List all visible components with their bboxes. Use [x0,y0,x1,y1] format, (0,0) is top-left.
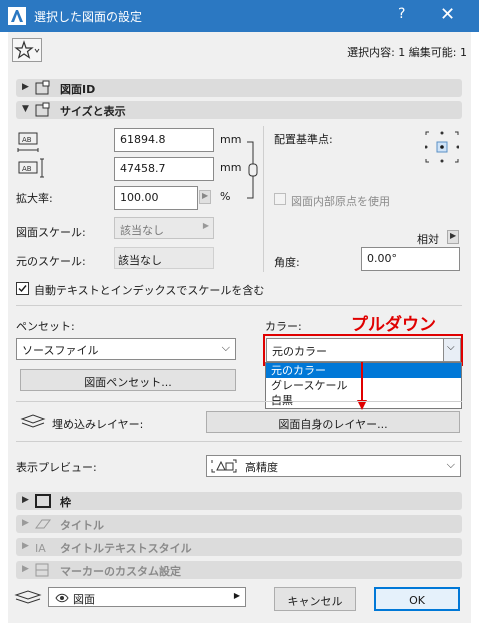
title-bar: 選択した図面の設定 ? ✕ [0,0,479,32]
drawing-own-layer-button[interactable]: 図面自身のレイヤー... [206,411,460,433]
collapsed-arrow-icon: ▶ [22,495,29,505]
window-title: 選択した図面の設定 [34,10,143,24]
scale-label: 拡大率: [16,192,53,205]
divider [16,441,462,442]
preview-value: 高精度 [245,461,278,474]
favorites-button[interactable] [12,38,42,62]
drawing-pen-set-button[interactable]: 図面ペンセット... [20,369,236,391]
precise-preview-icon [211,459,237,473]
title-icon [35,519,51,529]
help-button[interactable]: ? [398,6,405,22]
right-arrow-icon: ▶ [202,191,209,200]
section-title[interactable]: ▶ タイトル [16,515,462,533]
drawing-scale-select[interactable]: 該当なし ▶ [114,217,214,239]
section-label: 図面ID [60,83,96,96]
anchor-label: 配置基準点: [274,133,333,146]
right-arrow-icon: ▶ [233,591,240,600]
section-marker-custom[interactable]: ▶ マーカーのカスタム設定 [16,561,462,579]
expanded-arrow-icon: ▼ [22,104,29,114]
annotation-arrow-icon [357,362,367,410]
layers-icon [20,414,46,428]
svg-text:AB: AB [22,165,32,173]
section-label: 枠 [60,496,71,509]
close-button[interactable]: ✕ [440,4,455,25]
right-arrow-icon: ▶ [202,221,209,230]
right-arrow-icon: ▶ [450,231,457,240]
collapsed-arrow-icon: ▶ [22,518,29,528]
original-scale-label: 元のスケール: [16,255,86,268]
chevron-down-icon: ⌵ [447,342,455,353]
section-drawing-id[interactable]: ▶ 図面ID [16,79,462,97]
preview-label: 表示プレビュー: [16,461,97,474]
marker-icon [35,563,49,577]
width-field[interactable]: 61894.8 [114,128,214,152]
drawing-id-icon [35,80,50,95]
chevron-down-icon: ⌵ [446,458,455,471]
drawing-scale-value: 該当なし [120,224,164,237]
scale-field[interactable]: 100.00 [114,186,198,210]
height-field[interactable]: 47458.7 [114,157,214,181]
height-unit: mm [220,161,242,174]
svg-text:AB: AB [22,136,32,144]
angle-field[interactable]: 0.00° [361,247,460,271]
width-unit: mm [220,133,242,146]
chevron-down-icon: ⌵ [221,341,230,354]
use-origin-checkbox[interactable] [274,193,286,205]
drawing-scale-label: 図面スケール: [16,226,86,239]
section-label: サイズと表示 [60,105,126,118]
divider [16,305,462,306]
color-select[interactable]: 元のカラー ⌵ [266,338,461,362]
scale-arrow-button[interactable]: ▶ [199,190,211,204]
original-scale-field: 該当なし [114,247,214,269]
star-icon [14,40,40,59]
embedded-layer-label: 埋め込みレイヤー: [52,418,144,431]
cancel-button[interactable]: キャンセル [274,587,356,611]
pen-set-value: ソースファイル [22,344,99,357]
use-origin-label: 図面内部原点を使用 [291,195,390,208]
frame-icon [35,494,51,508]
pen-set-label: ペンセット: [16,320,75,333]
vertical-divider [263,126,264,272]
divider [16,401,462,402]
color-dropdown-toggle[interactable]: ⌵ [443,339,460,361]
color-value: 元のカラー [272,345,327,358]
view-select[interactable]: 図面 ▶ [48,587,246,607]
section-label: タイトル [60,519,104,532]
pen-set-select[interactable]: ソースファイル ⌵ [16,338,236,360]
collapsed-arrow-icon: ▶ [22,82,29,92]
color-label: カラー: [265,320,302,333]
auto-scale-label: 自動テキストとインデックスでスケールを含む [34,284,265,297]
relative-toggle-button[interactable]: ▶ [447,230,459,244]
layers-icon [14,590,42,604]
height-icon: AB [18,158,44,178]
svg-text:IA: IA [35,542,46,555]
auto-scale-checkbox[interactable] [16,282,29,295]
size-display-icon [35,102,50,117]
view-value: 図面 [73,593,95,606]
preview-select[interactable]: 高精度 ⌵ [206,455,461,477]
checkmark-icon [18,285,27,293]
relative-label: 相対 [417,233,439,246]
link-proportions-icon[interactable] [245,140,261,200]
section-size-display[interactable]: ▼ サイズと表示 [16,101,462,119]
text-style-icon: IA [35,542,46,555]
archicad-app-icon [8,7,26,25]
pulldown-annotation: プルダウン [351,315,436,335]
collapsed-arrow-icon: ▶ [22,564,29,574]
section-label: マーカーのカスタム設定 [60,565,181,578]
selection-info: 選択内容: 1 編集可能: 1 [347,46,467,59]
eye-icon [55,593,69,603]
anchor-point-icon[interactable] [425,131,459,163]
percent-unit: % [220,190,231,203]
section-label: タイトルテキストスタイル [60,542,192,555]
section-frame[interactable]: ▶ 枠 [16,492,462,510]
section-title-text-style[interactable]: ▶ IA タイトルテキストスタイル [16,538,462,556]
ok-button[interactable]: OK [374,587,460,611]
width-icon: AB [17,132,39,152]
angle-label: 角度: [274,256,300,269]
collapsed-arrow-icon: ▶ [22,541,29,551]
